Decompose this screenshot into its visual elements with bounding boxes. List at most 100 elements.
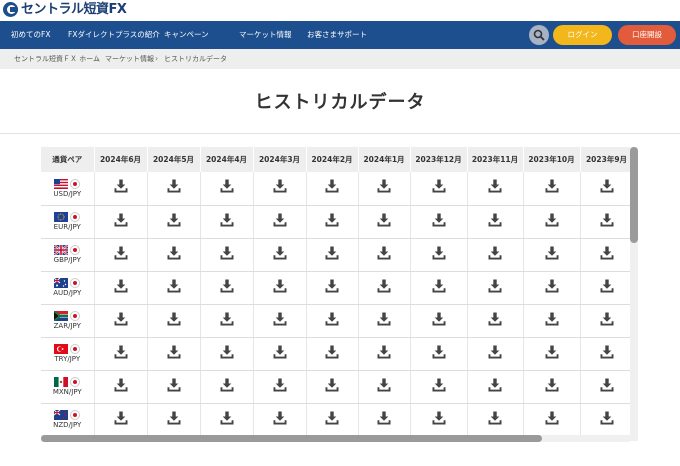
download-icon[interactable] bbox=[431, 278, 447, 298]
download-icon[interactable] bbox=[376, 344, 392, 364]
download-icon[interactable] bbox=[376, 212, 392, 232]
download-icon[interactable] bbox=[113, 344, 129, 364]
download-icon[interactable] bbox=[544, 377, 560, 397]
download-icon[interactable] bbox=[431, 311, 447, 331]
download-icon[interactable] bbox=[487, 311, 503, 331]
download-icon[interactable] bbox=[431, 245, 447, 265]
tr-flag-icon bbox=[54, 344, 69, 354]
nav-item-campaign[interactable]: キャンペーン bbox=[164, 21, 209, 49]
download-icon[interactable] bbox=[219, 377, 235, 397]
download-icon[interactable] bbox=[599, 212, 615, 232]
download-icon[interactable] bbox=[324, 178, 340, 198]
nav-item-support[interactable]: お客さまサポート bbox=[307, 21, 367, 49]
download-icon[interactable] bbox=[599, 344, 615, 364]
download-icon[interactable] bbox=[272, 278, 288, 298]
download-icon[interactable] bbox=[272, 410, 288, 430]
download-icon[interactable] bbox=[166, 278, 182, 298]
download-icon[interactable] bbox=[376, 377, 392, 397]
site-logo[interactable]: セントラル短資FX bbox=[3, 2, 127, 17]
open-account-button[interactable]: 口座開設 bbox=[618, 25, 676, 45]
download-cell bbox=[94, 370, 148, 404]
nav-item-direct-plus[interactable]: FXダイレクトプラスの紹介 bbox=[68, 21, 160, 49]
download-icon[interactable] bbox=[599, 245, 615, 265]
download-icon[interactable] bbox=[113, 178, 129, 198]
download-icon[interactable] bbox=[166, 178, 182, 198]
download-icon[interactable] bbox=[376, 278, 392, 298]
download-icon[interactable] bbox=[544, 212, 560, 232]
download-icon[interactable] bbox=[166, 311, 182, 331]
download-icon[interactable] bbox=[166, 212, 182, 232]
nav-item-market-info[interactable]: マーケット情報 bbox=[239, 21, 292, 49]
download-icon[interactable] bbox=[431, 410, 447, 430]
download-icon[interactable] bbox=[166, 245, 182, 265]
download-icon[interactable] bbox=[219, 245, 235, 265]
download-icon[interactable] bbox=[324, 212, 340, 232]
download-icon[interactable] bbox=[272, 245, 288, 265]
download-icon[interactable] bbox=[376, 410, 392, 430]
login-button[interactable]: ログイン bbox=[553, 25, 612, 45]
vertical-scrollbar-thumb[interactable] bbox=[630, 147, 638, 243]
download-icon[interactable] bbox=[431, 344, 447, 364]
download-icon[interactable] bbox=[113, 212, 129, 232]
download-icon[interactable] bbox=[219, 410, 235, 430]
download-icon[interactable] bbox=[324, 311, 340, 331]
download-icon[interactable] bbox=[324, 344, 340, 364]
download-icon[interactable] bbox=[324, 377, 340, 397]
download-icon[interactable] bbox=[166, 377, 182, 397]
download-icon[interactable] bbox=[166, 410, 182, 430]
download-icon[interactable] bbox=[431, 212, 447, 232]
download-icon[interactable] bbox=[544, 410, 560, 430]
download-icon[interactable] bbox=[324, 245, 340, 265]
download-icon[interactable] bbox=[219, 212, 235, 232]
download-icon[interactable] bbox=[487, 178, 503, 198]
horizontal-scrollbar-thumb[interactable] bbox=[41, 435, 542, 442]
breadcrumb-market-info[interactable]: マーケット情報 bbox=[105, 49, 154, 69]
download-icon[interactable] bbox=[544, 344, 560, 364]
download-icon[interactable] bbox=[113, 311, 129, 331]
download-icon[interactable] bbox=[487, 245, 503, 265]
download-icon[interactable] bbox=[599, 178, 615, 198]
download-icon[interactable] bbox=[113, 245, 129, 265]
nav-item-first-fx[interactable]: 初めてのFX bbox=[11, 21, 50, 49]
download-icon[interactable] bbox=[599, 410, 615, 430]
download-icon[interactable] bbox=[324, 410, 340, 430]
download-icon[interactable] bbox=[544, 245, 560, 265]
download-icon[interactable] bbox=[113, 410, 129, 430]
download-cell bbox=[410, 337, 468, 371]
search-button[interactable] bbox=[529, 25, 549, 45]
download-icon[interactable] bbox=[219, 278, 235, 298]
download-icon[interactable] bbox=[544, 311, 560, 331]
download-icon[interactable] bbox=[487, 344, 503, 364]
download-icon[interactable] bbox=[219, 311, 235, 331]
download-icon[interactable] bbox=[219, 344, 235, 364]
download-cell bbox=[147, 271, 201, 305]
download-icon[interactable] bbox=[544, 278, 560, 298]
download-icon[interactable] bbox=[487, 212, 503, 232]
breadcrumb-home[interactable]: セントラル短資ＦＸ ホーム bbox=[14, 49, 100, 69]
download-icon[interactable] bbox=[272, 178, 288, 198]
download-icon[interactable] bbox=[272, 344, 288, 364]
download-icon[interactable] bbox=[272, 311, 288, 331]
download-icon[interactable] bbox=[487, 377, 503, 397]
download-icon[interactable] bbox=[324, 278, 340, 298]
download-icon[interactable] bbox=[431, 178, 447, 198]
download-icon[interactable] bbox=[487, 410, 503, 430]
download-icon[interactable] bbox=[376, 178, 392, 198]
download-icon[interactable] bbox=[113, 278, 129, 298]
download-icon[interactable] bbox=[544, 178, 560, 198]
download-icon[interactable] bbox=[219, 178, 235, 198]
download-icon[interactable] bbox=[166, 344, 182, 364]
download-cell bbox=[523, 403, 581, 437]
download-icon[interactable] bbox=[376, 311, 392, 331]
download-cell bbox=[94, 337, 148, 371]
download-icon[interactable] bbox=[113, 377, 129, 397]
divider bbox=[0, 133, 680, 134]
download-icon[interactable] bbox=[272, 212, 288, 232]
download-icon[interactable] bbox=[599, 311, 615, 331]
download-icon[interactable] bbox=[599, 278, 615, 298]
download-icon[interactable] bbox=[599, 377, 615, 397]
download-icon[interactable] bbox=[376, 245, 392, 265]
download-icon[interactable] bbox=[431, 377, 447, 397]
download-icon[interactable] bbox=[487, 278, 503, 298]
download-icon[interactable] bbox=[272, 377, 288, 397]
